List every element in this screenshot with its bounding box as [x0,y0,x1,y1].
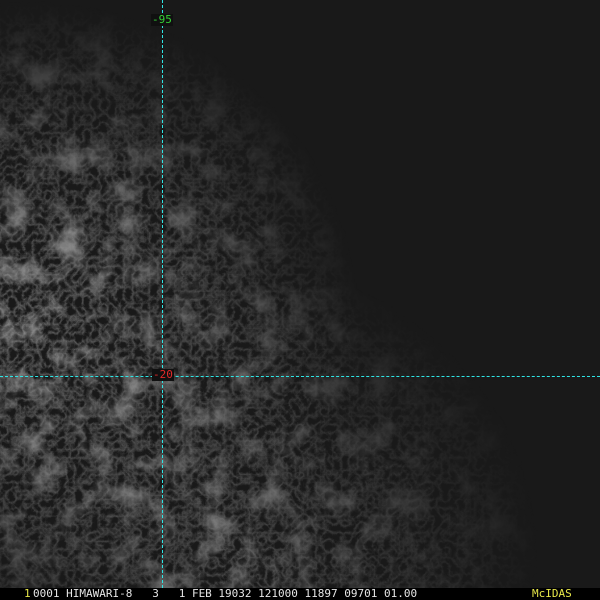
satellite-image-viewer: -95 -20 1 0001 HIMAWARI-8 3 1 FEB 19032 … [0,0,600,600]
satellite-imagery [0,0,600,588]
status-bar: 1 0001 HIMAWARI-8 3 1 FEB 19032 121000 1… [0,588,600,600]
longitude-label: -95 [151,13,173,26]
mcidas-logo: McIDAS [532,587,572,600]
image-header-text: 0001 HIMAWARI-8 3 1 FEB 19032 121000 118… [33,587,418,600]
frame-number: 1 [24,587,31,600]
latitude-label: -20 [152,368,174,381]
